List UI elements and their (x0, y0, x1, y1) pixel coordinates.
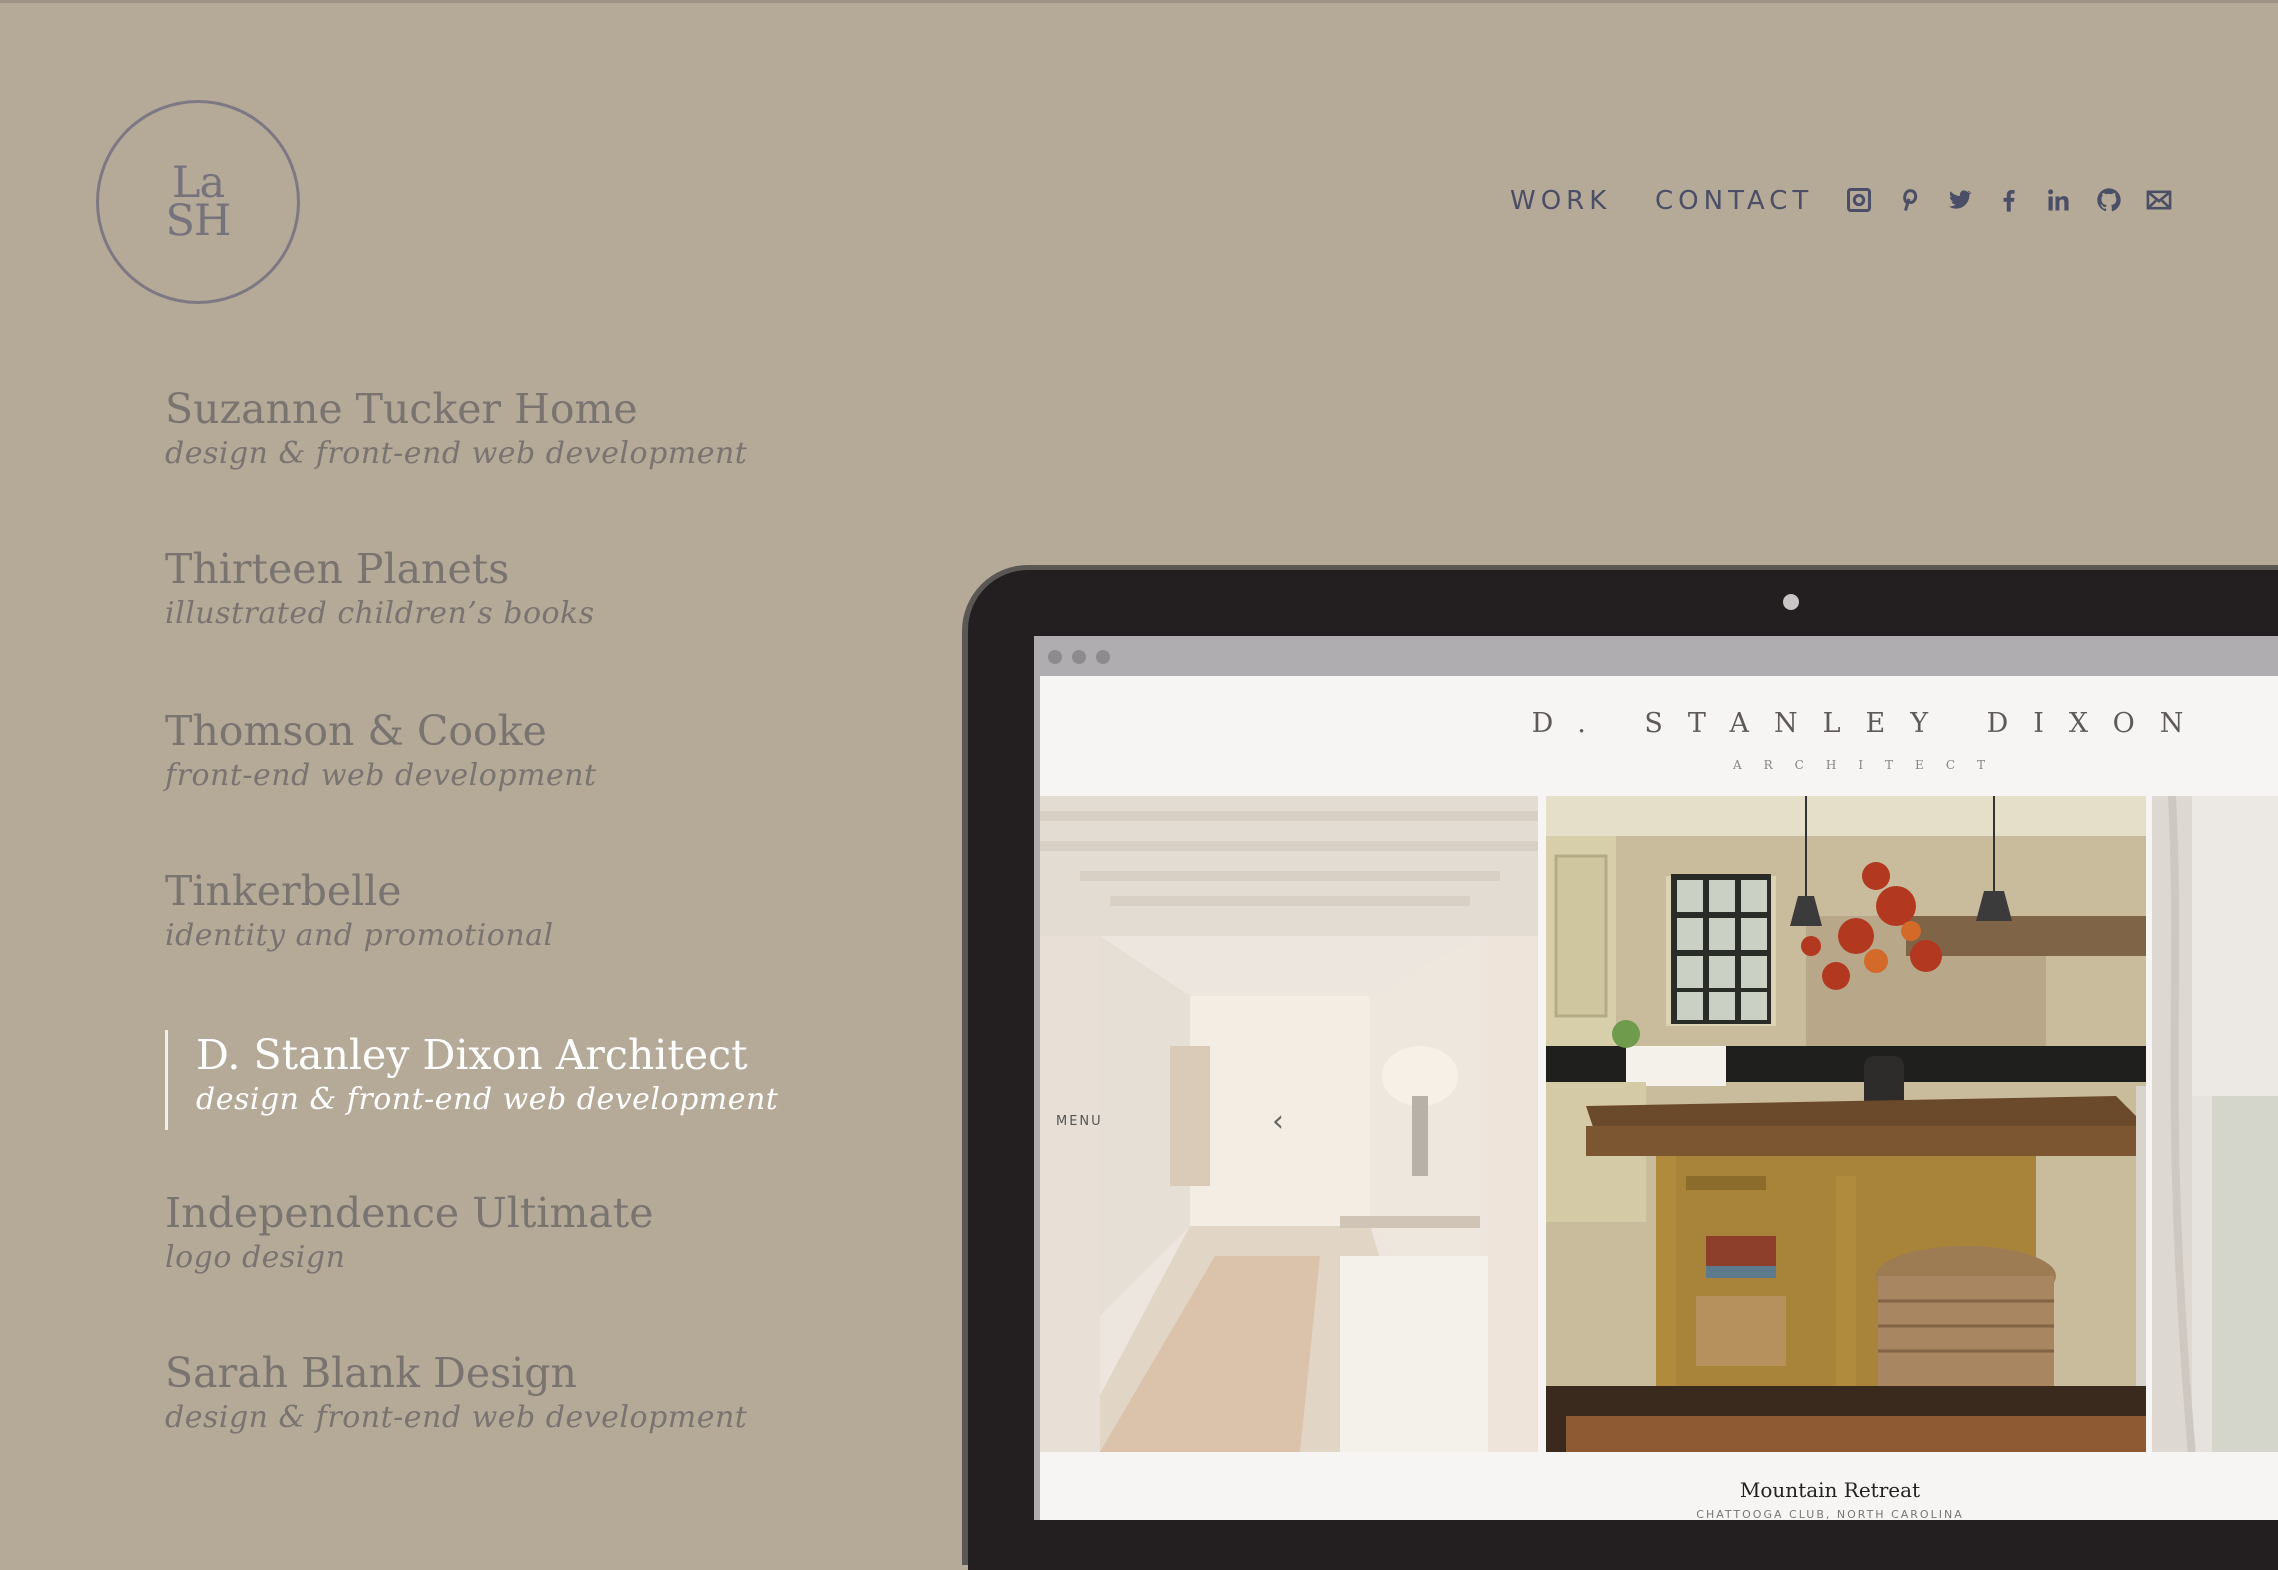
project-sarah-blank[interactable]: Sarah Blank Design design & front-end we… (165, 1348, 747, 1438)
hallway-photo (1040, 796, 1538, 1452)
project-subtitle: logo design (165, 1240, 346, 1275)
nav-contact-link[interactable]: CONTACT (1655, 186, 1813, 216)
project-title: Independence Ultimate (165, 1189, 654, 1237)
preview-screen: D. STANLEY DIXON ARCHITECT MENU ‹ Mounta… (1034, 636, 2278, 1520)
preview-caption-sub: CHATTOOGA CLUB, NORTH CAROLINA (1696, 1508, 1964, 1520)
preview-menu-label[interactable]: MENU (1056, 1114, 1103, 1129)
preview-site: D. STANLEY DIXON ARCHITECT MENU ‹ Mounta… (1040, 676, 2278, 1520)
window-dot (1096, 650, 1110, 664)
project-subtitle: design & front-end web development (196, 1082, 779, 1117)
project-title: Sarah Blank Design (165, 1349, 577, 1397)
browser-chrome (1034, 636, 2278, 676)
project-title: Thomson & Cooke (165, 707, 547, 755)
project-title: Suzanne Tucker Home (165, 385, 638, 433)
project-thirteen-planets[interactable]: Thirteen Planets illustrated children’s … (165, 544, 595, 634)
project-dstanley-dixon[interactable]: D. Stanley Dixon Architect design & fron… (165, 1030, 778, 1130)
project-subtitle: front-end web development (165, 758, 597, 793)
project-thomson-cooke[interactable]: Thomson & Cooke front-end web developmen… (165, 706, 597, 796)
project-title: D. Stanley Dixon Architect (196, 1031, 748, 1079)
project-subtitle: design & front-end web development (165, 1400, 748, 1435)
project-title: Thirteen Planets (165, 545, 510, 593)
project-suzanne-tucker[interactable]: Suzanne Tucker Home design & front-end w… (165, 384, 747, 474)
project-tinkerbelle[interactable]: Tinkerbelle identity and promotional (165, 866, 554, 956)
project-subtitle: design & front-end web development (165, 436, 748, 471)
logo-line-2: SH (165, 196, 232, 246)
chevron-left-icon[interactable]: ‹ (1272, 1104, 1284, 1139)
camera-icon (1783, 594, 1799, 610)
facebook-icon[interactable] (1994, 184, 2024, 216)
top-border (0, 0, 2278, 3)
instagram-icon[interactable] (1844, 184, 1874, 216)
project-subtitle: identity and promotional (165, 918, 554, 953)
window-dot (1072, 650, 1086, 664)
preview-brand-sub: ARCHITECT (1732, 758, 2008, 772)
preview-caption-title: Mountain Retreat (1739, 1478, 1921, 1502)
pinterest-icon[interactable] (1894, 184, 1924, 216)
preview-brand: D. STANLEY DIXON (1531, 708, 2209, 739)
project-title: Tinkerbelle (165, 867, 402, 915)
nav-work-link[interactable]: WORK (1510, 186, 1611, 216)
mail-icon[interactable] (2144, 184, 2174, 216)
twitter-icon[interactable] (1944, 184, 1974, 216)
project-subtitle: illustrated children’s books (165, 596, 595, 631)
window-dot (1048, 650, 1062, 664)
github-icon[interactable] (2094, 184, 2124, 216)
site-logo[interactable]: La SH (96, 100, 300, 304)
kitchen-photo (1546, 796, 2146, 1452)
linkedin-icon[interactable] (2044, 184, 2074, 216)
social-links (1844, 184, 2174, 216)
project-independence-ultimate[interactable]: Independence Ultimate logo design (165, 1188, 654, 1278)
curtain-photo (2152, 796, 2278, 1452)
